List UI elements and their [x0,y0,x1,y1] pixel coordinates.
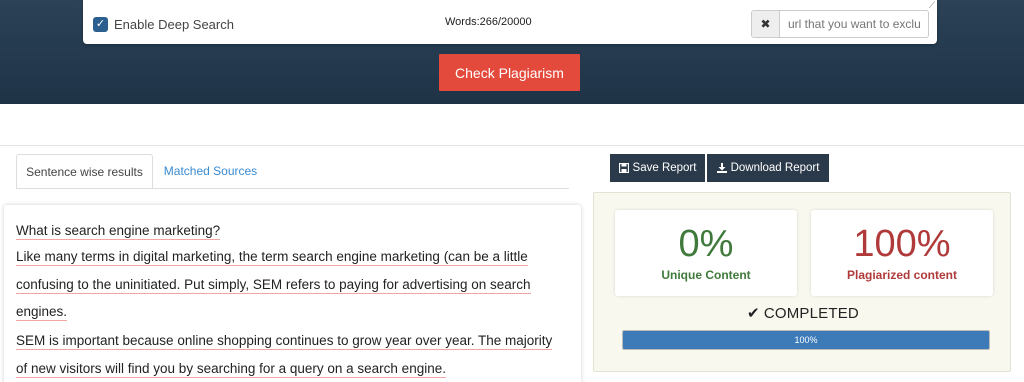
tab-sentence-wise-results[interactable]: Sentence wise results [16,154,153,189]
sentence-item[interactable]: of new visitors will find you by searchi… [16,361,446,378]
word-count: Words:266/20000 [445,16,532,28]
deep-search-checkbox[interactable]: ✓ [93,17,108,32]
download-report-label: Download Report [730,162,820,174]
exclude-url-input[interactable] [780,11,928,37]
header-banner: ⟋ ✓ Enable Deep Search Words:266/20000 ✖… [0,0,1024,104]
tab-matched-sources[interactable]: Matched Sources [153,154,268,189]
save-icon [618,163,629,173]
result-stats-panel: 0% Unique Content 100% Plagiarized conte… [593,192,1011,372]
check-plagiarism-button[interactable]: Check Plagiarism [439,54,580,91]
plagiarized-percentage: 100% [853,223,951,265]
sentence-item[interactable]: confusing to the uninitiated. Put simply… [16,277,531,294]
unique-percentage: 0% [678,223,734,265]
tabs-underline [16,188,569,189]
sentence-item[interactable]: What is search engine marketing? [16,223,221,240]
clear-url-icon[interactable]: ✖ [752,11,780,37]
status-text: COMPLETED [763,305,859,322]
plagiarized-content-card: 100% Plagiarized content [811,210,993,296]
save-report-button[interactable]: Save Report [610,154,705,182]
check-icon: ✔ [747,305,760,322]
progress-bar: 100% [622,330,990,350]
text-editor-panel: ⟋ ✓ Enable Deep Search Words:266/20000 ✖ [83,0,937,44]
unique-content-card: 0% Unique Content [615,210,797,296]
sentence-item[interactable]: engines. [16,304,68,321]
deep-search-label: Enable Deep Search [114,17,234,32]
exclude-url-group: ✖ [751,10,929,38]
resize-grip-icon[interactable]: ⟋ [929,0,935,11]
sentence-results-panel: What is search engine marketing? Like ma… [4,205,581,382]
download-icon [716,163,727,173]
section-divider [0,145,1024,146]
plagiarized-content-label: Plagiarized content [846,268,958,282]
download-report-button[interactable]: Download Report [707,154,829,182]
sentence-item[interactable]: Like many terms in digital marketing, th… [16,249,528,266]
save-report-label: Save Report [632,162,697,174]
status-completed: ✔ COMPLETED [594,304,1012,322]
sentence-item[interactable]: SEM is important because online shopping… [16,333,553,350]
unique-content-label: Unique Content [661,268,751,282]
progress-fill: 100% [623,331,989,349]
